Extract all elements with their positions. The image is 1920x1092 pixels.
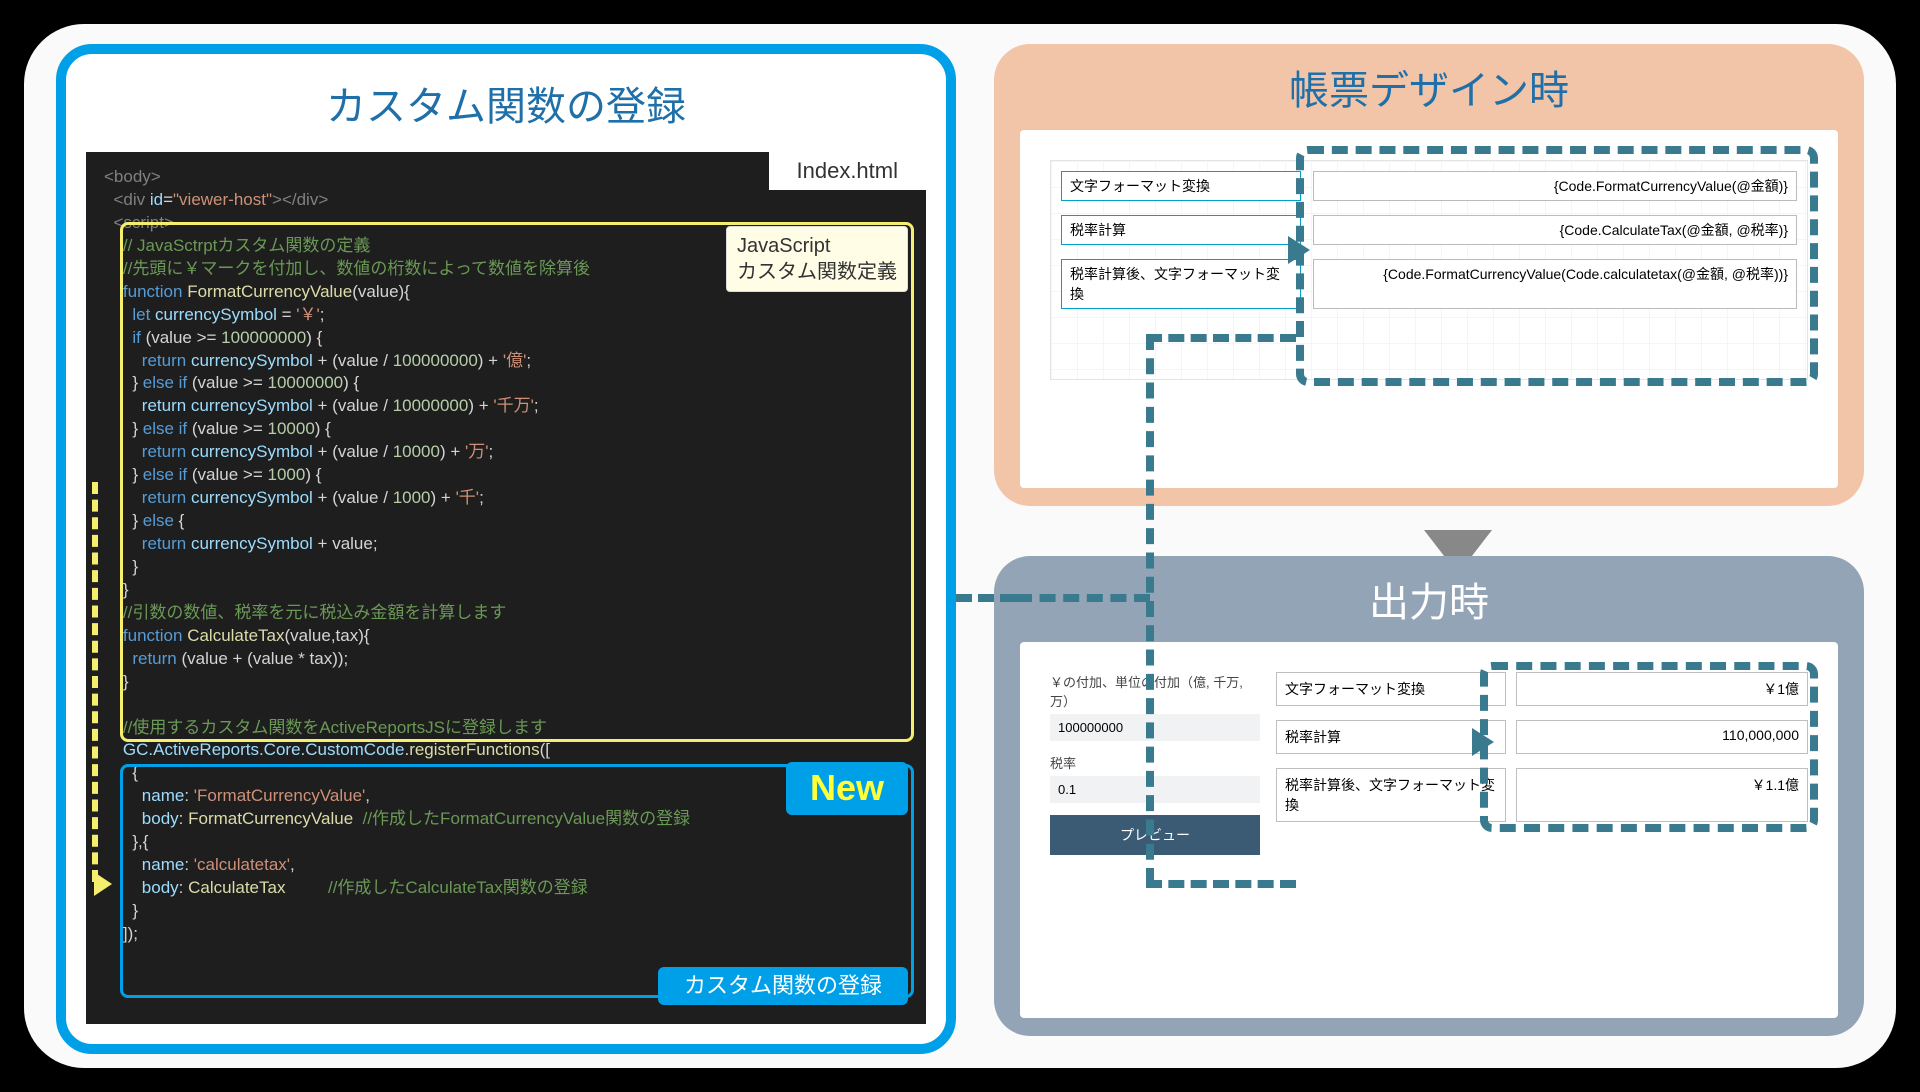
connector [1146, 334, 1154, 884]
design-expr: {Code.FormatCurrencyValue(Code.calculate… [1313, 259, 1797, 309]
design-expr: {Code.FormatCurrencyValue(@金額)} [1313, 171, 1797, 201]
output-value: ￥1.1億 [1516, 768, 1808, 822]
design-label: 税率計算 [1061, 215, 1301, 245]
output-row: 税率計算後、文字フォーマット変換￥1.1億 [1276, 768, 1808, 822]
param-label: 税率 [1050, 753, 1260, 772]
design-label: 税率計算後、文字フォーマット変換 [1061, 259, 1301, 309]
param-label: ￥の付加、単位の付加（億, 千万, 万） [1050, 672, 1260, 710]
output-label: 文字フォーマット変換 [1276, 672, 1506, 706]
design-expr: {Code.CalculateTax(@金額, @税率)} [1313, 215, 1797, 245]
code-editor: Index.html <body> <div id="viewer-host">… [86, 152, 926, 1024]
output-report: 文字フォーマット変換 ￥1億 税率計算110,000,000 税率計算後、文字フォ… [1276, 672, 1808, 822]
preview-button[interactable]: プレビュー [1050, 815, 1260, 855]
param-value: 100000000 [1050, 714, 1260, 741]
diagram-canvas: カスタム関数の登録 Index.html <body> <div id="vie… [24, 24, 1896, 1068]
flow-arrow-icon [94, 872, 112, 896]
panel-custom-fn-register: カスタム関数の登録 Index.html <body> <div id="vie… [56, 44, 956, 1054]
flow-dash [92, 482, 98, 882]
output-sidebar: ￥の付加、単位の付加（億, 千万, 万） 100000000 税率 0.1 プレ… [1050, 672, 1260, 855]
report-designer-grid: 文字フォーマット変換 {Code.FormatCurrencyValue(@金額)… [1050, 160, 1808, 380]
callout-register: カスタム関数の登録 [658, 967, 908, 1005]
callout-js-definition: JavaScript カスタム関数定義 [726, 226, 908, 292]
connector [1016, 594, 1150, 602]
output-value: 110,000,000 [1516, 720, 1808, 754]
connector [1146, 880, 1296, 888]
file-tab: Index.html [769, 152, 927, 190]
param-value: 0.1 [1050, 776, 1260, 803]
panel-design-time: 帳票デザイン時 文字フォーマット変換 {Code.FormatCurrencyVa… [994, 44, 1864, 506]
arrow-right-icon [1472, 728, 1494, 756]
design-row: 税率計算 {Code.CalculateTax(@金額, @税率)} [1061, 215, 1797, 245]
panel-output: 出力時 ￥の付加、単位の付加（億, 千万, 万） 100000000 税率 0.… [994, 556, 1864, 1036]
connector [956, 594, 1016, 602]
output-inner: ￥の付加、単位の付加（億, 千万, 万） 100000000 税率 0.1 プレ… [1020, 642, 1838, 1018]
output-value: ￥1億 [1516, 672, 1808, 706]
panel-title: 帳票デザイン時 [994, 58, 1864, 116]
output-row: 税率計算110,000,000 [1276, 720, 1808, 754]
arrow-right-icon [1288, 236, 1310, 264]
design-label: 文字フォーマット変換 [1061, 171, 1301, 201]
panel-title: カスタム関数の登録 [66, 74, 946, 132]
design-row: 税率計算後、文字フォーマット変換{Code.FormatCurrencyValu… [1061, 259, 1797, 309]
output-row: 文字フォーマット変換 ￥1億 [1276, 672, 1808, 706]
design-row: 文字フォーマット変換 {Code.FormatCurrencyValue(@金額)… [1061, 171, 1797, 201]
callout-new-badge: New [786, 762, 908, 815]
output-label: 税率計算後、文字フォーマット変換 [1276, 768, 1506, 822]
connector [1146, 334, 1296, 342]
design-inner: 文字フォーマット変換 {Code.FormatCurrencyValue(@金額)… [1020, 130, 1838, 488]
